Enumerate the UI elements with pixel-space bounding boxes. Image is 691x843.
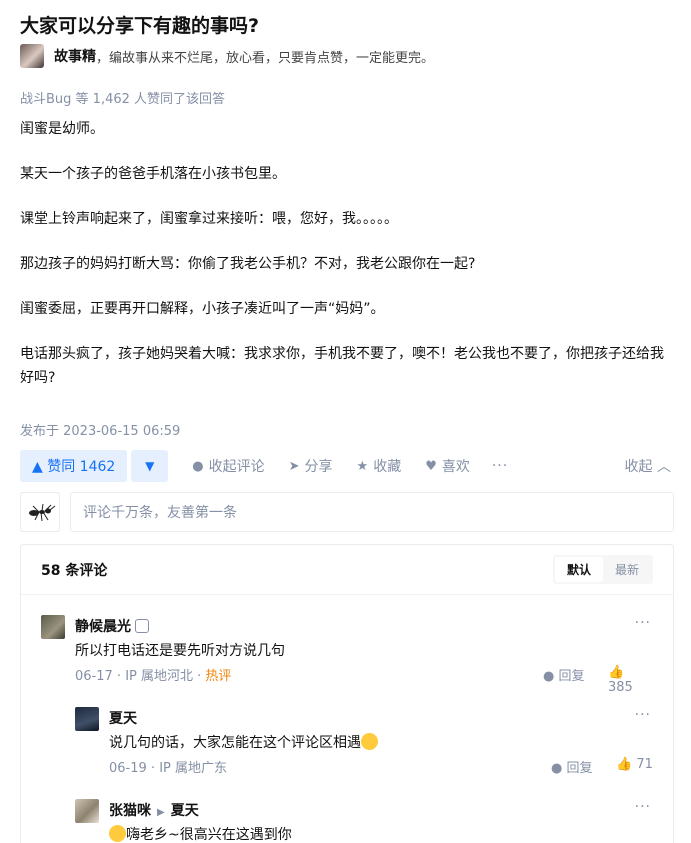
reply-label: 回复 [566,761,593,776]
comment-date: 06-19 [109,761,147,776]
paragraph: 闺蜜委屈，正要再开口解释，小孩子凑近叫了一声“妈妈”。 [20,301,385,317]
commenter-name[interactable]: 夏天 [109,708,137,728]
reply-to-name[interactable]: 夏天 [171,803,199,819]
thumb-up-icon: 👍 [616,757,633,772]
vote-up-button[interactable]: ▲ 赞同 1462 [20,450,128,482]
question-title[interactable]: 大家可以分享下有趣的事吗? [20,11,259,38]
collapse-answer-button[interactable]: 收起 ︿ [625,456,671,476]
share-icon: ➤ [288,458,300,474]
comment-location: IP 属地河北 [125,669,193,684]
voters-summary[interactable]: 战斗Bug 等 1,462 人赞同了该回答 [20,88,225,107]
publish-date: 发布于 2023-06-15 06:59 [20,424,181,439]
paragraph: 某天一个孩子的爸爸手机落在小孩书包里。 [20,166,286,182]
paragraph: 电话那头疯了，孩子她妈哭着大喊：我求求你，手机我不要了，噢不！老公我也不要了，你… [20,346,664,386]
badge-icon [135,619,149,633]
comment-reply-item: 夏天 说几句的话，大家怎能在这个评论区相遇 06-19 · IP 属地广东 ··… [75,707,653,777]
commenter-name-text: 张猫咪 [109,803,151,819]
comment-composer: 评论千万条，友善第一条 [20,492,674,532]
comment-text: 说几句的话，大家怎能在这个评论区相遇 [109,732,378,752]
comment-more-button[interactable]: ··· [635,707,651,723]
action-bar: ▲ 赞同 1462 ▼ ● 收起评论 ➤ 分享 ★ 收藏 ♥ 喜欢 ··· 收起… [20,450,671,482]
more-button[interactable]: ··· [492,458,508,474]
share-button[interactable]: ➤ 分享 [289,456,333,476]
current-user-avatar [20,492,60,532]
collapse-comments-label: 收起评论 [208,459,265,475]
reply-icon: ● [543,669,555,684]
like-count: 71 [636,757,653,772]
comment-input[interactable]: 评论千万条，友善第一条 [70,492,674,532]
ant-icon [29,503,56,522]
commenter-name[interactable]: 静候晨光 [75,616,149,636]
vote-down-button[interactable]: ▼ [131,450,169,482]
like-button[interactable]: ♥ 喜欢 [425,456,470,476]
commenter-avatar[interactable] [75,799,99,823]
reply-button[interactable]: ● 回复 [551,757,593,776]
commenter-avatar[interactable] [75,707,99,731]
comment-text-body: 说几句的话，大家怎能在这个评论区相遇 [109,735,361,751]
share-label: 分享 [304,459,333,475]
commenter-name-text: 静候晨光 [75,619,131,635]
comments-panel: 58 条评论 默认 最新 静候晨光 所以打电话还是要先听对方说几句 06-17 … [20,544,674,843]
comment-more-button[interactable]: ··· [635,615,651,631]
like-label: 喜欢 [441,459,470,475]
author-bio: ，编故事从来不烂尾，放心看，只要肯点赞，一定能更完。 [96,50,435,66]
star-icon: ★ [356,458,369,474]
comment-icon: ● [192,458,204,474]
comment-like-button[interactable]: 👍 71 [616,757,653,772]
collapse-comments-button[interactable]: ● 收起评论 [192,456,264,476]
comment-text: 嗨老乡~很高兴在这遇到你 [109,824,292,843]
reply-label: 回复 [558,669,585,684]
blush-emoji-icon [109,825,126,842]
sort-default-button[interactable]: 默认 [554,557,603,582]
comment-like-button[interactable]: 👍 385 [608,665,653,695]
heart-icon: ♥ [425,458,437,474]
author-info: 故事精 ，编故事从来不烂尾，放心看，只要肯点赞，一定能更完。 [20,44,434,68]
comment-location: IP 属地广东 [159,761,227,776]
comment-meta: 06-17 · IP 属地河北 · 热评 [75,669,232,684]
comments-count: 58 条评论 [41,562,108,579]
like-count: 385 [608,680,633,695]
hot-badge: 热评 [205,669,232,684]
favorite-label: 收藏 [373,459,402,475]
favorite-button[interactable]: ★ 收藏 [357,456,402,476]
sort-toggle: 默认 最新 [552,555,653,584]
smile-emoji-icon [361,733,378,750]
reply-button[interactable]: ● 回复 [543,665,585,684]
commenter-name[interactable]: 张猫咪 ▶ 夏天 [109,800,199,820]
thumb-up-icon: 👍 [608,665,625,680]
sort-latest-button[interactable]: 最新 [603,557,651,582]
reply-icon: ● [551,761,563,776]
comment-meta: 06-19 · IP 属地广东 [109,761,227,776]
comment-date: 06-17 [75,669,113,684]
comment-text-body: 嗨老乡~很高兴在这遇到你 [126,827,292,843]
author-avatar[interactable] [20,44,44,68]
comment-reply-item: 张猫咪 ▶ 夏天 嗨老乡~很高兴在这遇到你 ··· [75,799,653,843]
paragraph: 那边孩子的妈妈打断大骂：你偷了我老公手机？不对，我老公跟你在一起? [20,256,476,272]
answer-content: 闺蜜是幼师。 某天一个孩子的爸爸手机落在小孩书包里。 课堂上铃声响起来了，闺蜜拿… [20,117,670,411]
comments-header: 58 条评论 默认 最新 [21,545,673,595]
comment-more-button[interactable]: ··· [635,799,651,815]
comment-text: 所以打电话还是要先听对方说几句 [75,643,285,659]
author-name[interactable]: 故事精 [54,46,96,66]
commenter-avatar[interactable] [41,615,65,639]
comment-item: 静候晨光 所以打电话还是要先听对方说几句 06-17 · IP 属地河北 · 热… [41,615,653,695]
paragraph: 闺蜜是幼师。 [20,121,104,137]
paragraph: 课堂上铃声响起来了，闺蜜拿过来接听：喂，您好，我。。。。。 [20,211,398,227]
reply-arrow-icon: ▶ [157,807,165,818]
